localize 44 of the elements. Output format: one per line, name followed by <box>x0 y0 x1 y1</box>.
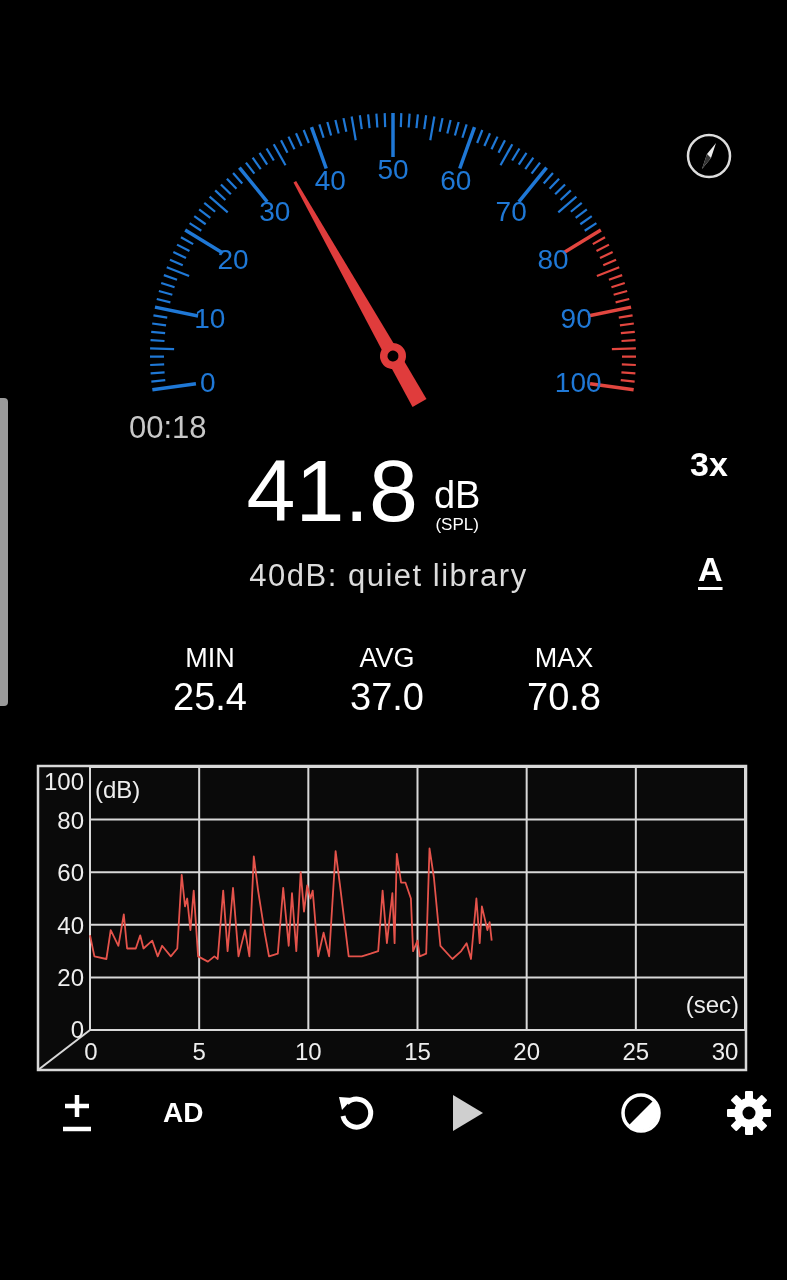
sound-level-reading: 41.8 <box>246 447 418 535</box>
axis-tick-label: 20 <box>513 1038 540 1065</box>
stat-label: MIN <box>185 645 235 672</box>
unit-note: (SPL) <box>435 516 479 533</box>
scale-label: 0 <box>200 367 216 399</box>
scale-label: 90 <box>560 303 592 335</box>
axis-tick-label: 15 <box>404 1038 431 1065</box>
scale-label: 30 <box>259 196 291 228</box>
scale-label: 80 <box>537 244 569 276</box>
settings-icon[interactable] <box>726 1090 773 1136</box>
unit-label: dB <box>433 476 481 514</box>
weighting-button[interactable]: A <box>698 552 723 586</box>
stat-value: 25.4 <box>173 678 247 716</box>
stat-label: AVG <box>359 645 415 672</box>
axis-tick-label: 60 <box>57 859 84 887</box>
side-handle[interactable] <box>0 398 8 706</box>
axis-title: (sec) <box>685 991 739 1018</box>
axis-tick-label: 30 <box>711 1038 739 1065</box>
axis-tick-label: 0 <box>84 1038 98 1065</box>
stat-label: MAX <box>534 645 594 672</box>
scale-label: 70 <box>495 196 527 228</box>
axis-tick-label: 20 <box>57 964 84 992</box>
scale-label: 100 <box>554 367 602 399</box>
axis-tick-label: 0 <box>70 1016 84 1043</box>
axis-tick-label: 40 <box>57 911 84 939</box>
scale-label: 60 <box>440 164 472 196</box>
stat-value: 70.8 <box>527 678 601 716</box>
axis-tick-label: 25 <box>622 1038 650 1065</box>
elapsed-time: 00:18 <box>129 412 207 443</box>
contrast-icon[interactable] <box>620 1092 663 1134</box>
axis-tick-label: 80 <box>57 806 84 834</box>
axis-tick-label: 10 <box>295 1038 322 1065</box>
axis-tick-label: 5 <box>192 1038 206 1065</box>
level-description: 40dB: quiet library <box>249 557 528 595</box>
axis-title: (dB) <box>95 776 141 803</box>
compass-icon[interactable] <box>686 133 732 179</box>
scale-label: 20 <box>217 244 249 276</box>
scale-label: 40 <box>314 164 346 196</box>
scale-label: 10 <box>194 303 226 335</box>
stat-value: 37.0 <box>350 678 424 716</box>
zoom-button[interactable]: 3x <box>690 447 728 481</box>
scale-label: 50 <box>377 154 409 185</box>
axis-tick-label: 100 <box>43 768 84 795</box>
ad-button[interactable]: AD <box>163 1099 204 1127</box>
